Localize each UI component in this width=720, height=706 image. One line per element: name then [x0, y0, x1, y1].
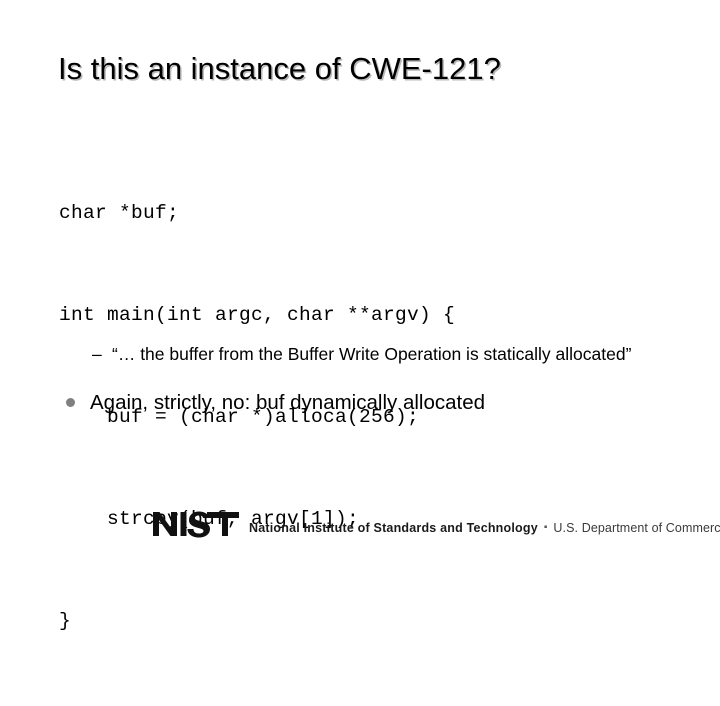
footer-content: National Institute of Standards and Tech… [152, 508, 720, 538]
slide: Is this an instance of CWE-121? char *bu… [0, 0, 720, 632]
nist-logo-icon [153, 511, 239, 538]
dot-bullet-icon [66, 398, 75, 407]
footer-department-label: U.S. Department of Commerce [553, 521, 720, 535]
main-bullet-label: Again, strictly, no: buf dynamically all… [90, 391, 486, 414]
code-line: int main(int argc, char **argv) { [59, 304, 456, 326]
footer-text: National Institute of Standards and Tech… [249, 521, 720, 535]
page-title: Is this an instance of CWE-121? [58, 51, 501, 86]
sub-bullet-item: – “… the buffer from the Buffer Write Op… [92, 342, 637, 367]
sub-bullet-label: “… the buffer from the Buffer Write Oper… [112, 344, 632, 364]
dash-bullet-icon: – [92, 344, 102, 364]
code-line: } [59, 610, 72, 632]
footer: National Institute of Standards and Tech… [0, 488, 720, 540]
bullet-list: – “… the buffer from the Buffer Write Op… [0, 342, 720, 417]
footer-separator-icon: ▪ [543, 522, 548, 533]
code-line: char *buf; [59, 202, 180, 224]
main-bullet-item: Again, strictly, no: buf dynamically all… [62, 389, 680, 417]
footer-agency-label: National Institute of Standards and Tech… [249, 521, 538, 535]
code-block: char *buf; int main(int argc, char **arg… [59, 128, 659, 706]
